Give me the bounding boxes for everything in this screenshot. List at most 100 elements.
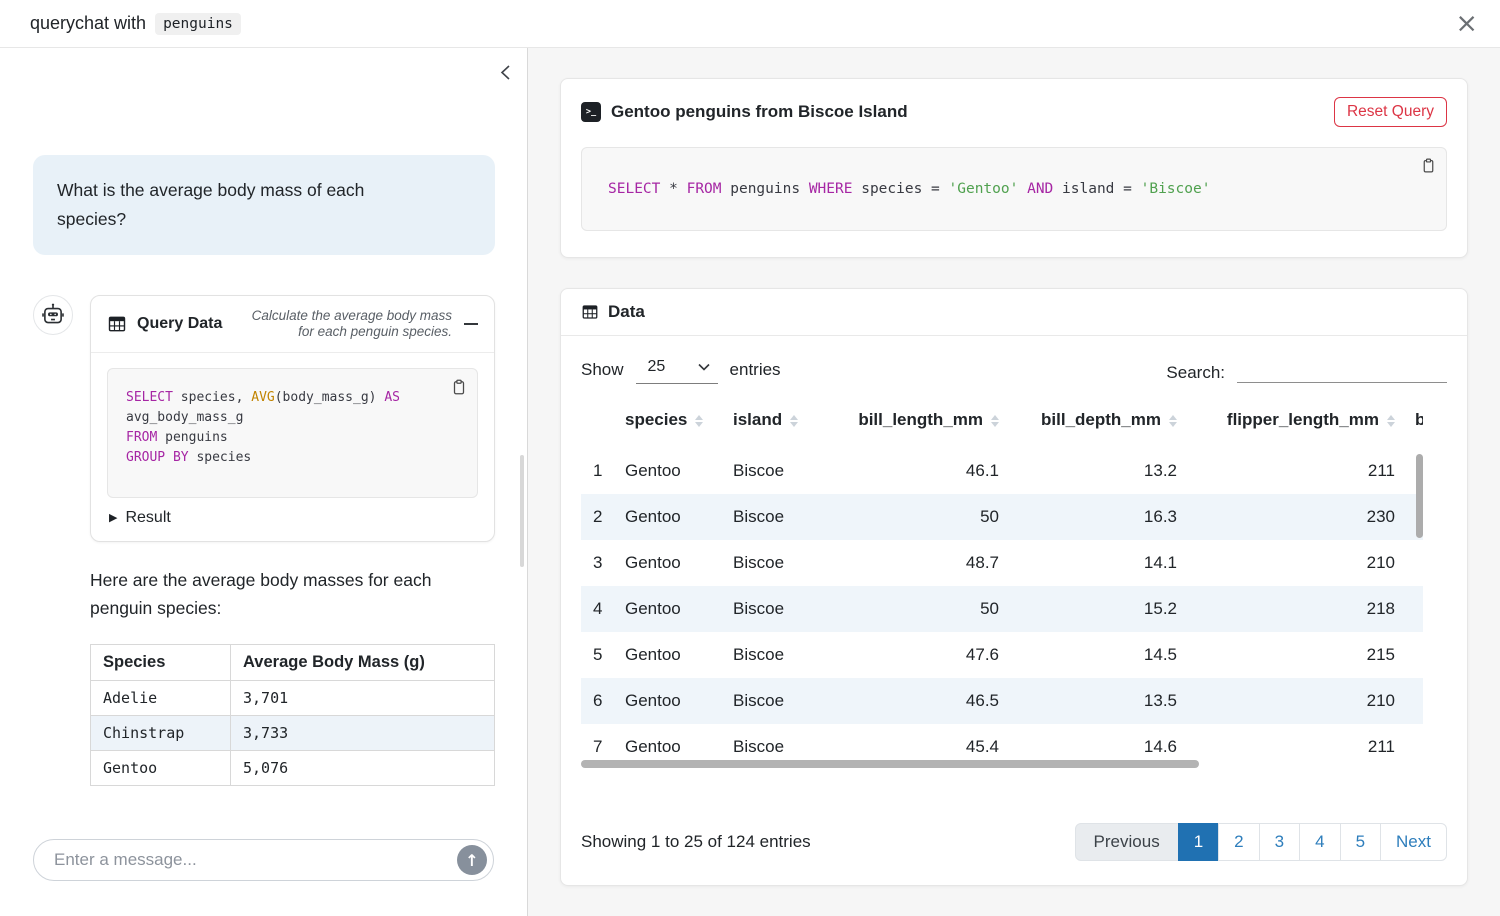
table-cell xyxy=(1403,724,1423,770)
chevron-left-icon xyxy=(498,64,513,81)
copy-icon[interactable] xyxy=(1420,157,1437,174)
reset-query-button[interactable]: Reset Query xyxy=(1334,97,1447,127)
content-panel: >_ Gentoo penguins from Biscoe Island Re… xyxy=(528,48,1500,916)
data-card-body: Show 25 entries Search: spec xyxy=(561,336,1467,885)
table-row: Adelie3,701 xyxy=(91,681,495,716)
page-button-next[interactable]: Next xyxy=(1380,823,1447,861)
send-button[interactable]: ↑ xyxy=(457,845,487,875)
page-size-select[interactable]: 25 xyxy=(636,356,718,384)
table-cell: Biscoe xyxy=(725,632,825,678)
table-header-row: SpeciesAverage Body Mass (g) xyxy=(91,645,495,681)
horizontal-scrollbar[interactable] xyxy=(581,760,1199,768)
terminal-glyph: >_ xyxy=(586,107,596,117)
vertical-scrollbar[interactable] xyxy=(1416,454,1423,538)
table-row: 2GentooBiscoe5016.3230 xyxy=(581,494,1423,540)
data-table-container: speciesislandbill_length_mmbill_depth_mm… xyxy=(581,408,1423,771)
column-header-flipper_length_mm[interactable]: flipper_length_mm xyxy=(1185,408,1403,448)
table-cell: 215 xyxy=(1185,632,1403,678)
table-icon xyxy=(581,303,599,321)
table-cell xyxy=(1403,540,1423,586)
table-row: Chinstrap3,733 xyxy=(91,716,495,751)
table-cell: Gentoo xyxy=(617,448,725,494)
sql-code: SELECT * FROM penguins WHERE species = '… xyxy=(608,181,1210,197)
entries-info: Showing 1 to 25 of 124 entries xyxy=(581,832,811,852)
table-cell: 50 xyxy=(825,586,1007,632)
table-cell: 6 xyxy=(581,678,617,724)
sort-arrows-icon xyxy=(790,415,798,427)
pagination: Previous12345Next xyxy=(1075,823,1447,861)
up-arrow-icon: ↑ xyxy=(465,851,478,870)
table-cell: 5 xyxy=(581,632,617,678)
search-group: Search: xyxy=(1166,357,1447,383)
chat-scrollbar[interactable] xyxy=(520,455,524,567)
page-button-1[interactable]: 1 xyxy=(1178,823,1219,861)
chat-history: What is the average body mass of each sp… xyxy=(0,48,527,839)
table-cell: 14.5 xyxy=(1007,632,1185,678)
chat-sidebar: What is the average body mass of each sp… xyxy=(0,48,528,916)
robot-avatar-icon xyxy=(33,295,73,335)
column-header-bill_length_mm[interactable]: bill_length_mm xyxy=(825,408,1007,448)
table-cell: 3,701 xyxy=(231,681,495,716)
close-icon[interactable]: × xyxy=(1455,10,1478,37)
page-button-2[interactable]: 2 xyxy=(1218,823,1259,861)
copy-icon[interactable] xyxy=(450,378,468,396)
tool-subtitle: Calculate the average body mass for each… xyxy=(246,308,452,340)
table-cell: Gentoo xyxy=(617,586,725,632)
page-button-5[interactable]: 5 xyxy=(1340,823,1381,861)
show-label: Show xyxy=(581,360,624,380)
column-header-bill_depth_mm[interactable]: bill_depth_mm xyxy=(1007,408,1185,448)
table-cell: 46.1 xyxy=(825,448,1007,494)
collapse-tool-button[interactable] xyxy=(462,319,480,329)
user-message: What is the average body mass of each sp… xyxy=(33,155,495,255)
table-cell xyxy=(1403,586,1423,632)
column-header-index xyxy=(581,408,617,448)
table-cell: 210 xyxy=(1185,678,1403,724)
user-message-text: What is the average body mass of each sp… xyxy=(57,176,435,234)
dataset-chip: penguins xyxy=(155,13,241,35)
table-cell: 13.2 xyxy=(1007,448,1185,494)
column-header-species[interactable]: species xyxy=(617,408,725,448)
sort-arrows-icon xyxy=(1169,415,1177,427)
table-cell: 211 xyxy=(1185,724,1403,770)
table-cell xyxy=(1403,678,1423,724)
table-row: 3GentooBiscoe48.714.1210 xyxy=(581,540,1423,586)
tool-card-body: SELECT species, AVG(body_mass_g) ASavg_b… xyxy=(91,353,494,541)
column-header: Species xyxy=(91,645,231,681)
table-cell: 5,076 xyxy=(231,751,495,786)
page-button-4[interactable]: 4 xyxy=(1299,823,1340,861)
page-button-3[interactable]: 3 xyxy=(1259,823,1300,861)
table-cell: 3 xyxy=(581,540,617,586)
data-card-header: Data xyxy=(561,289,1467,336)
result-expander[interactable]: ▶ Result xyxy=(107,498,478,533)
column-header-island[interactable]: island xyxy=(725,408,825,448)
table-cell: 3,733 xyxy=(231,716,495,751)
minus-icon xyxy=(464,323,478,325)
table-cell: 15.2 xyxy=(1007,586,1185,632)
chat-input[interactable] xyxy=(54,850,457,870)
data-card: Data Show 25 entries Search: xyxy=(560,288,1468,886)
sidebar-collapse-button[interactable] xyxy=(498,64,513,81)
table-cell: Adelie xyxy=(91,681,231,716)
table-cell: 210 xyxy=(1185,540,1403,586)
table-cell: Biscoe xyxy=(725,586,825,632)
title-text: querychat with xyxy=(30,13,146,34)
table-cell: 46.5 xyxy=(825,678,1007,724)
search-input[interactable] xyxy=(1237,357,1447,383)
assistant-answer: Here are the average body masses for eac… xyxy=(90,566,495,787)
table-cell: 218 xyxy=(1185,586,1403,632)
tool-title: Query Data xyxy=(137,315,222,333)
sql-code: SELECT species, AVG(body_mass_g) ASavg_b… xyxy=(126,388,459,468)
page-button-previous[interactable]: Previous xyxy=(1075,823,1179,861)
answer-text: Here are the average body masses for eac… xyxy=(90,566,492,623)
table-cell: Chinstrap xyxy=(91,716,231,751)
query-card: >_ Gentoo penguins from Biscoe Island Re… xyxy=(560,78,1468,258)
query-title: Gentoo penguins from Biscoe Island xyxy=(611,102,908,122)
table-cell: 47.6 xyxy=(825,632,1007,678)
table-cell: Gentoo xyxy=(617,678,725,724)
table-cell: Biscoe xyxy=(725,540,825,586)
table-cell: 50 xyxy=(825,494,1007,540)
table-row: 6GentooBiscoe46.513.5210 xyxy=(581,678,1423,724)
table-cell: 13.5 xyxy=(1007,678,1185,724)
table-cell: Gentoo xyxy=(617,540,725,586)
app-window: querychat with penguins × What is the av… xyxy=(0,0,1500,916)
